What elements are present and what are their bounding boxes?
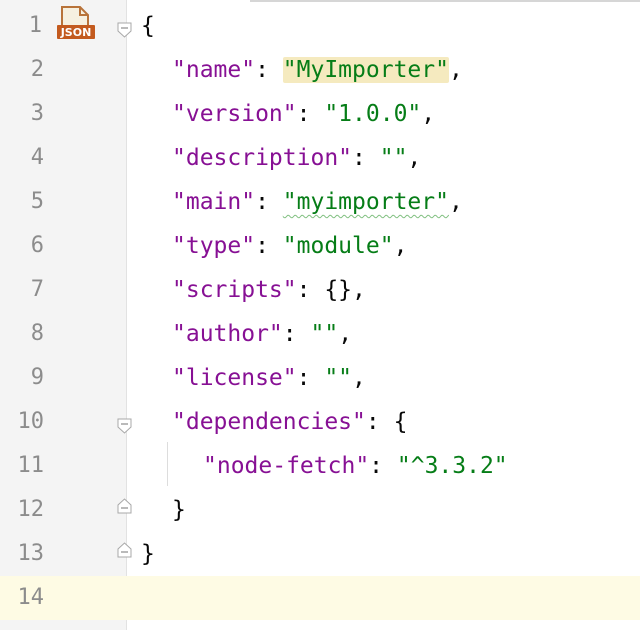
line-number: 12	[17, 497, 45, 522]
line-number: 9	[30, 365, 44, 390]
code-line-4[interactable]: 4 "description": "",	[0, 136, 640, 180]
code-text: "dependencies": {	[172, 409, 408, 435]
line-number: 6	[30, 233, 44, 258]
code-line-9[interactable]: 9 "license": "",	[0, 356, 640, 400]
highlighted-value: "MyImporter"	[282, 57, 449, 83]
line-number: 7	[30, 277, 44, 302]
fold-open-icon[interactable]	[117, 414, 132, 434]
code-line-13[interactable]: 13 }	[0, 532, 640, 576]
editor-top-border	[250, 0, 640, 2]
line-number: 14	[17, 585, 45, 610]
code-text: "node-fetch": "^3.3.2"	[203, 453, 508, 479]
code-text: "main": "myimporter",	[172, 189, 463, 215]
indent-guide	[167, 442, 168, 486]
code-line-2[interactable]: 2 "name": "MyImporter",	[0, 48, 640, 92]
code-line-14[interactable]: 14	[0, 576, 640, 620]
code-text: "version": "1.0.0",	[172, 101, 436, 127]
line-number: 4	[30, 145, 44, 170]
line-number: 13	[17, 541, 45, 566]
code-line-3[interactable]: 3 "version": "1.0.0",	[0, 92, 640, 136]
code-text: "author": "",	[172, 321, 353, 347]
code-line-6[interactable]: 6 "type": "module",	[0, 224, 640, 268]
code-text: }	[172, 497, 186, 523]
code-line-1[interactable]: 1 {	[0, 4, 640, 48]
fold-open-icon[interactable]	[117, 18, 132, 38]
fold-close-icon[interactable]	[117, 538, 132, 558]
spellcheck-warning: "myimporter"	[282, 189, 449, 215]
line-number: 11	[17, 453, 45, 478]
code-line-11[interactable]: 11 "node-fetch": "^3.3.2"	[0, 444, 640, 488]
line-number: 5	[30, 189, 44, 214]
code-line-5[interactable]: 5 "main": "myimporter",	[0, 180, 640, 224]
code-text: "license": "",	[172, 365, 366, 391]
line-number: 2	[30, 57, 44, 82]
code-line-7[interactable]: 7 "scripts": {},	[0, 268, 640, 312]
line-number: 3	[30, 101, 44, 126]
code-text: "scripts": {},	[172, 277, 366, 303]
line-number: 1	[28, 13, 42, 38]
line-number: 10	[17, 409, 45, 434]
code-text: "name": "MyImporter",	[172, 57, 463, 83]
line-number: 8	[30, 321, 44, 346]
code-line-12[interactable]: 12 }	[0, 488, 640, 532]
fold-close-icon[interactable]	[117, 494, 132, 514]
code-text: }	[141, 541, 155, 567]
code-line-10[interactable]: 10 "dependencies": {	[0, 400, 640, 444]
code-line-8[interactable]: 8 "author": "",	[0, 312, 640, 356]
code-text: {	[141, 13, 155, 39]
code-text: "type": "module",	[172, 233, 408, 259]
code-text: "description": "",	[172, 145, 422, 171]
code-editor[interactable]: JSON 1 { 2 "name": "MyImporter", 3 "vers…	[0, 0, 640, 630]
